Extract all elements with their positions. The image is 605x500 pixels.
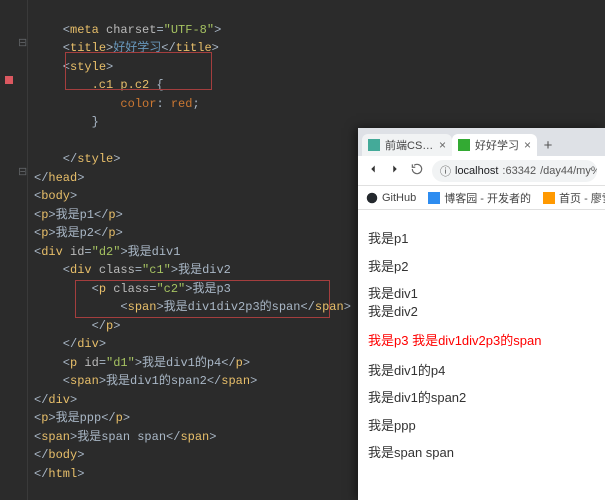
editor-gutter: ⊟ ⊟ xyxy=(0,0,28,500)
bookmarks-bar: GitHub 博客园 - 开发者的 首页 - 廖雪峰的 xyxy=(358,186,605,210)
css-prop: color xyxy=(120,97,156,111)
rendered-p1: 我是p1 xyxy=(368,230,595,248)
back-button[interactable] xyxy=(366,162,380,179)
favicon-icon xyxy=(368,139,380,151)
url-port: :63342 xyxy=(502,165,536,177)
tab-label: 前端CSS · Jas xyxy=(385,137,434,153)
highlight-box xyxy=(65,52,212,90)
bookmark-item[interactable]: 博客园 - 开发者的 xyxy=(428,190,531,206)
css-val: red xyxy=(171,97,193,111)
rendered-span3: 我是span span xyxy=(368,444,595,462)
tab-bar: 前端CSS · Jas × 好好学习 × + xyxy=(358,128,605,156)
new-tab-button[interactable]: + xyxy=(537,134,559,156)
bookmark-item[interactable]: 首页 - 廖雪峰的 xyxy=(543,190,605,206)
rendered-p2: 我是p2 xyxy=(368,258,595,276)
rendered-span2: 我是div1的span2 xyxy=(368,389,595,407)
page-content: 我是p1 我是p2 我是div1 我是div2 我是p3 我是div1div2p… xyxy=(358,210,605,482)
fold-icon[interactable]: ⊟ xyxy=(18,36,27,50)
rendered-div1: 我是div1 xyxy=(368,285,595,303)
close-icon[interactable]: × xyxy=(439,138,446,152)
bookmark-item[interactable]: GitHub xyxy=(366,192,416,204)
url-path: /day44/my% xyxy=(540,165,597,177)
rendered-ppp: 我是ppp xyxy=(368,417,595,435)
favicon-icon xyxy=(458,139,470,151)
rendered-p4: 我是div1的p4 xyxy=(368,362,595,380)
tab-label: 好好学习 xyxy=(475,137,519,153)
reload-button[interactable] xyxy=(410,162,424,179)
rendered-div2: 我是div2 xyxy=(368,303,595,321)
browser-tab-active[interactable]: 好好学习 × xyxy=(452,134,537,156)
close-icon[interactable]: × xyxy=(524,138,531,152)
highlight-box xyxy=(75,280,330,318)
fold-icon[interactable]: ⊟ xyxy=(18,165,27,179)
breakpoint-icon[interactable] xyxy=(5,76,13,84)
browser-window: 前端CSS · Jas × 好好学习 × + ⓘ localhost :63342… xyxy=(358,128,605,500)
address-bar[interactable]: ⓘ localhost :63342/day44/my% xyxy=(432,160,597,182)
forward-button[interactable] xyxy=(388,162,402,179)
browser-toolbar: ⓘ localhost :63342/day44/my% xyxy=(358,156,605,186)
site-info-icon[interactable]: ⓘ xyxy=(440,163,451,179)
browser-tab[interactable]: 前端CSS · Jas × xyxy=(362,134,452,156)
url-host: localhost xyxy=(455,165,498,177)
rendered-p3: 我是p3 我是div1div2p3的span xyxy=(368,332,595,350)
